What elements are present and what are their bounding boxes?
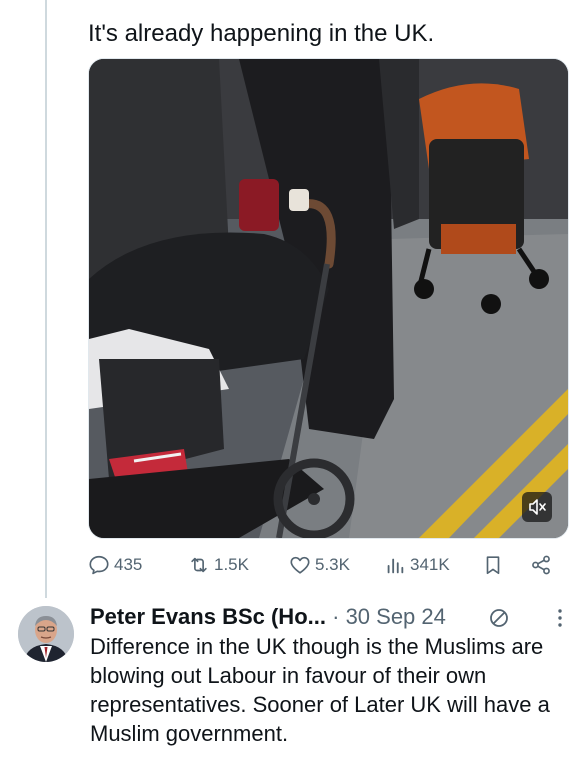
reply-author-name[interactable]: Peter Evans BSc (Ho... [90, 604, 326, 629]
avatar-photo [18, 606, 74, 662]
reply-button[interactable]: 435 [88, 548, 142, 582]
video-frame [89, 59, 568, 538]
repost-icon [191, 557, 207, 573]
analytics-icon [387, 558, 404, 574]
avatar[interactable] [18, 606, 74, 662]
reply-icon [89, 555, 109, 575]
volume-muted-icon [529, 499, 546, 515]
bookmark-icon [486, 556, 500, 575]
more-options-icon[interactable] [550, 606, 570, 630]
repost-count: 1.5K [214, 555, 249, 574]
thread-line [45, 0, 47, 598]
bookmark-button[interactable] [482, 548, 504, 582]
like-count: 5.3K [315, 555, 350, 574]
view-count: 341K [410, 555, 450, 574]
mute-toggle-button[interactable] [522, 492, 552, 522]
tweet-video[interactable] [88, 58, 569, 539]
share-button[interactable] [530, 548, 552, 582]
header-separator: · [332, 604, 340, 629]
share-icon [532, 555, 550, 575]
tweet-action-bar: 435 1.5K 5.3K 341K [88, 548, 558, 582]
reply-text: Difference in the UK though is the Musli… [90, 634, 550, 746]
no-entry-icon [490, 609, 508, 627]
repost-button[interactable]: 1.5K [188, 548, 249, 582]
heart-icon [290, 556, 310, 574]
reply-date[interactable]: 30 Sep 24 [346, 604, 446, 629]
reply-count: 435 [114, 555, 143, 574]
views-button[interactable]: 341K [384, 548, 450, 582]
like-button[interactable]: 5.3K [289, 548, 350, 582]
tweet-text: It's already happening in the UK. [88, 20, 435, 47]
